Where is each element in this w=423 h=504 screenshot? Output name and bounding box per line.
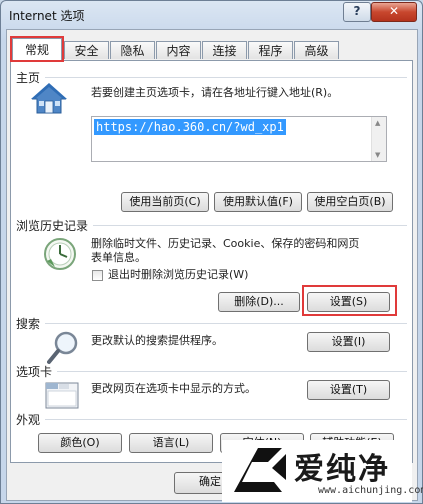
search-section-title: 搜索 bbox=[16, 317, 41, 331]
general-tab-panel: 主页 若要创建主页选项卡，请在各地址行键入地址(R)。 https://hao.… bbox=[10, 60, 413, 463]
dialog-client-area: 常规 安全 隐私 内容 连接 程序 高级 主页 若要创建主页选项卡，请在各地址行… bbox=[6, 29, 418, 501]
scroll-up-icon[interactable]: ▲ bbox=[375, 119, 380, 127]
internet-options-window: Internet 选项 ? ✕ 常规 安全 隐私 内容 连接 程序 高级 主页 bbox=[0, 0, 423, 504]
tabs-settings-button[interactable]: 设置(T) bbox=[307, 380, 390, 400]
tabs-description: 更改网页在选项卡中显示的方式。 bbox=[91, 382, 256, 395]
search-settings-button[interactable]: 设置(I) bbox=[307, 332, 390, 352]
tab-programs[interactable]: 程序 bbox=[248, 41, 293, 59]
home-divider bbox=[45, 77, 407, 78]
history-section-title: 浏览历史记录 bbox=[16, 219, 89, 233]
languages-button[interactable]: 语言(L) bbox=[129, 433, 213, 453]
highlight-history-settings bbox=[302, 285, 397, 316]
history-divider bbox=[93, 225, 407, 226]
search-divider bbox=[45, 323, 407, 324]
magnifier-icon bbox=[47, 331, 78, 364]
home-icon bbox=[31, 83, 67, 114]
history-description-line2: 表单信息。 bbox=[91, 251, 146, 264]
title-bar[interactable]: Internet 选项 ? ✕ bbox=[1, 1, 422, 27]
delete-on-exit-label[interactable]: 退出时删除浏览历史记录(W) bbox=[108, 268, 248, 282]
scroll-down-icon[interactable]: ▼ bbox=[375, 151, 380, 159]
tabs-section-title: 选项卡 bbox=[16, 365, 53, 379]
window-title: Internet 选项 bbox=[9, 9, 85, 23]
home-description: 若要创建主页选项卡，请在各地址行键入地址(R)。 bbox=[91, 86, 339, 99]
url-scrollbar[interactable]: ▲ ▼ bbox=[371, 117, 386, 161]
delete-history-button[interactable]: 删除(D)... bbox=[218, 292, 300, 312]
history-description-line1: 删除临时文件、历史记录、Cookie、保存的密码和网页 bbox=[91, 237, 360, 250]
tab-security[interactable]: 安全 bbox=[64, 41, 109, 59]
delete-on-exit-checkbox[interactable] bbox=[92, 270, 103, 281]
watermark-logo: 爱纯净 www.aichunjing.com bbox=[222, 440, 423, 502]
tab-content[interactable]: 内容 bbox=[156, 41, 201, 59]
home-page-url-value[interactable]: https://hao.360.cn/?wd_xp1 bbox=[94, 119, 286, 135]
tabs-window-icon bbox=[45, 382, 79, 409]
tab-advanced[interactable]: 高级 bbox=[294, 41, 339, 59]
search-description: 更改默认的搜索提供程序。 bbox=[91, 334, 223, 347]
help-button[interactable]: ? bbox=[343, 2, 371, 22]
tab-connections[interactable]: 连接 bbox=[202, 41, 247, 59]
watermark-text: 爱纯净 bbox=[294, 452, 390, 487]
appearance-section-title: 外观 bbox=[16, 413, 41, 427]
history-clock-icon bbox=[44, 238, 76, 270]
watermark-leaf-icon bbox=[234, 448, 286, 492]
tabs-divider bbox=[57, 371, 407, 372]
use-blank-button[interactable]: 使用空白页(B) bbox=[307, 192, 393, 212]
highlight-general-tab bbox=[10, 36, 64, 62]
use-current-button[interactable]: 使用当前页(C) bbox=[121, 192, 209, 212]
watermark-url: www.aichunjing.com bbox=[318, 485, 423, 496]
appearance-divider bbox=[45, 419, 407, 420]
close-button[interactable]: ✕ bbox=[371, 2, 417, 22]
use-default-button[interactable]: 使用默认值(F) bbox=[214, 192, 302, 212]
colors-button[interactable]: 颜色(O) bbox=[38, 433, 122, 453]
tab-privacy[interactable]: 隐私 bbox=[110, 41, 155, 59]
home-page-url-input[interactable]: https://hao.360.cn/?wd_xp1 ▲ ▼ bbox=[91, 116, 387, 162]
